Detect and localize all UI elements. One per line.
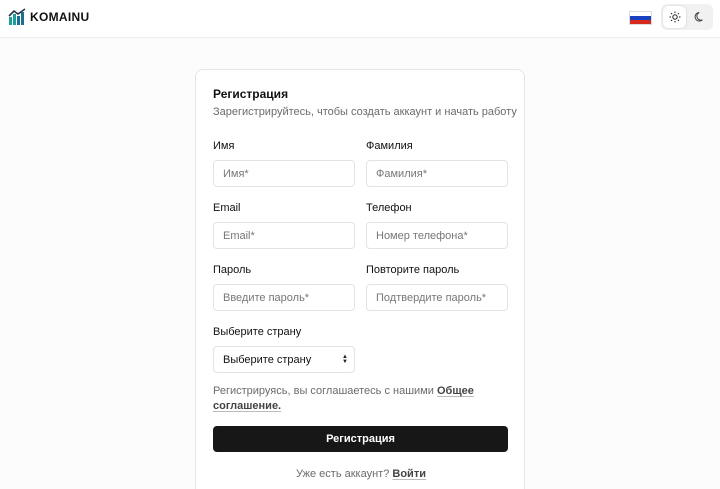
password-input[interactable]: Введите пароль* <box>213 284 355 311</box>
agreement-text: Регистрируясь, вы соглашаетесь с нашими … <box>213 384 503 414</box>
email-input[interactable]: Email* <box>213 222 355 249</box>
dark-theme-button[interactable] <box>688 6 711 28</box>
first-name-label: Имя <box>213 140 235 152</box>
email-label: Email <box>213 202 241 214</box>
agreement-prefix: Регистрируясь, вы соглашаетесь с нашими <box>213 385 434 397</box>
sun-icon <box>669 11 680 23</box>
phone-label: Телефон <box>366 202 412 214</box>
flag-stripe-red <box>630 20 651 24</box>
updown-chevron-icon: ▲ ▼ <box>342 353 348 365</box>
password-repeat-label: Повторите пароль <box>366 264 460 276</box>
last-name-input[interactable]: Фамилия* <box>366 160 508 187</box>
theme-switch <box>661 4 713 30</box>
country-label: Выберите страну <box>213 326 302 338</box>
last-name-label: Фамилия <box>366 140 413 152</box>
country-select-value: Выберите страну <box>223 353 312 366</box>
login-prompt: Уже есть аккаунт? <box>296 468 390 480</box>
logo-text: KOMAINU <box>30 10 90 24</box>
logo[interactable]: KOMAINU <box>8 8 89 26</box>
login-row: Уже есть аккаунт? Войти <box>196 468 526 480</box>
register-button[interactable]: Регистрация <box>213 426 508 452</box>
password-label: Пароль <box>213 264 252 276</box>
top-bar: KOMAINU <box>0 0 720 38</box>
light-theme-button[interactable] <box>663 6 686 28</box>
phone-input[interactable]: Номер телефона* <box>366 222 508 249</box>
logo-icon <box>8 8 26 25</box>
login-link[interactable]: Войти <box>392 468 426 480</box>
password-repeat-input[interactable]: Подтвердите пароль* <box>366 284 508 311</box>
country-select[interactable]: Выберите страну ▲ ▼ <box>213 346 355 373</box>
form-title: Регистрация <box>213 87 289 101</box>
language-flag-icon[interactable] <box>629 11 652 25</box>
registration-card: Регистрация Зарегистрируйтесь, чтобы соз… <box>195 69 525 489</box>
moon-icon <box>694 12 703 22</box>
first-name-input[interactable]: Имя* <box>213 160 355 187</box>
form-subtitle: Зарегистрируйтесь, чтобы создать аккаунт… <box>213 106 517 118</box>
